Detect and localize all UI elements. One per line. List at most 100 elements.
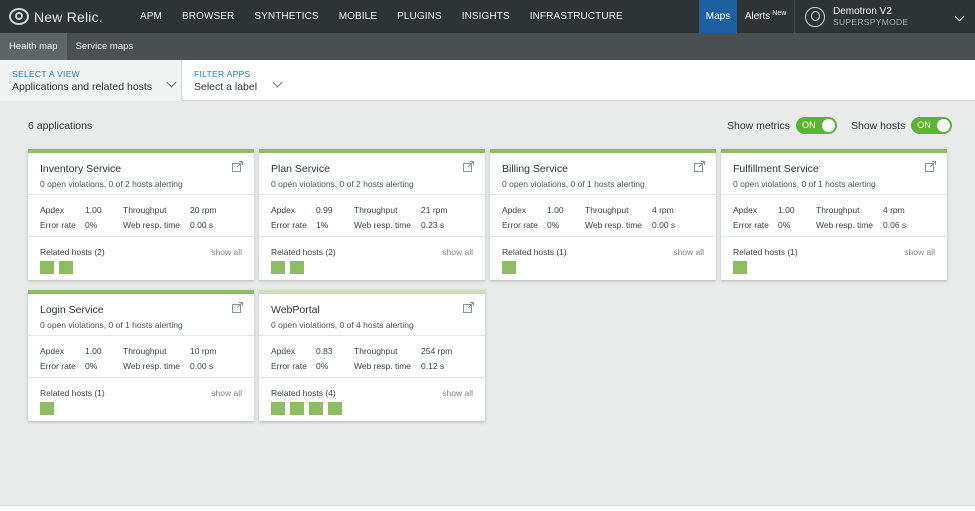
external-link-icon[interactable] (925, 161, 936, 172)
alerts-label: Alerts (744, 11, 771, 22)
show-hosts-toggle-group: Show hosts ON (851, 117, 953, 134)
app-name[interactable]: Plan Service (271, 163, 473, 175)
show-all-link[interactable]: show all (442, 388, 473, 398)
throughput-value: 21 rpm (421, 205, 448, 215)
host-square[interactable] (271, 402, 285, 415)
app-violations: 0 open violations, 0 of 2 hosts alerting (271, 179, 414, 189)
app-card[interactable]: Billing Service 0 open violations, 0 of … (490, 149, 716, 280)
error-rate-value: 0% (778, 220, 791, 230)
app-violations: 0 open violations, 0 of 2 hosts alerting (40, 179, 183, 189)
app-metrics: Apdex 0.99 Error rate 1% Throughput 21 r… (259, 195, 485, 237)
app-metrics: Apdex 1.00 Error rate 0% Throughput 20 r… (28, 195, 254, 237)
host-square[interactable] (502, 261, 516, 274)
related-hosts: Related hosts (2) show all (259, 237, 485, 280)
product-nav: APM BROWSER SYNTHETICS MOBILE PLUGINS IN… (140, 11, 643, 22)
show-all-link[interactable]: show all (211, 388, 242, 398)
app-card[interactable]: Inventory Service 0 open violations, 0 o… (28, 149, 254, 280)
apdex-value: 1.00 (85, 205, 102, 215)
user-role: SUPERSPYMODE (833, 16, 909, 27)
nav-item-insights[interactable]: INSIGHTS (462, 11, 510, 22)
web-resp-value: 0.06 s (883, 220, 907, 230)
app-name[interactable]: Billing Service (502, 163, 704, 175)
related-hosts-label: Related hosts (2) (271, 247, 336, 257)
nav-item-apm[interactable]: APM (140, 11, 162, 22)
tab-service-maps[interactable]: Service maps (67, 33, 143, 60)
show-all-link[interactable]: show all (211, 247, 242, 257)
nav-item-synthetics[interactable]: SYNTHETICS (254, 11, 318, 22)
error-rate-value: 0% (85, 361, 98, 371)
external-link-icon[interactable] (694, 161, 705, 172)
user-menu[interactable]: Demotron V2 SUPERSPYMODE (795, 0, 975, 33)
app-card[interactable]: WebPortal 0 open violations, 0 of 4 host… (259, 290, 485, 421)
error-rate-value: 0% (316, 361, 329, 371)
related-hosts-label: Related hosts (1) (502, 247, 567, 257)
host-square[interactable] (59, 261, 73, 274)
host-square[interactable] (328, 402, 342, 415)
nav-item-plugins[interactable]: PLUGINS (397, 11, 442, 22)
host-square[interactable] (271, 261, 285, 274)
apdex-label: Apdex (271, 346, 296, 356)
web-resp-label: Web resp. time (354, 220, 412, 230)
host-square[interactable] (40, 402, 54, 415)
new-relic-logo-icon (9, 8, 29, 25)
show-hosts-label: Show hosts (851, 119, 906, 132)
error-rate-label: Error rate (271, 220, 307, 230)
filter-apps-dropdown[interactable]: FILTER APPS Select a label (194, 69, 283, 93)
app-name[interactable]: WebPortal (271, 304, 473, 316)
app-name[interactable]: Login Service (40, 304, 242, 316)
show-metrics-toggle[interactable]: ON (796, 117, 838, 134)
brand-logo[interactable]: New Relic. (9, 8, 129, 25)
show-all-link[interactable]: show all (673, 247, 704, 257)
app-violations: 0 open violations, 0 of 1 hosts alerting (502, 179, 645, 189)
throughput-value: 254 rpm (421, 346, 453, 356)
app-card[interactable]: Fulfillment Service 0 open violations, 0… (721, 149, 947, 280)
throughput-label: Throughput (123, 346, 167, 356)
error-rate-label: Error rate (40, 361, 76, 371)
web-resp-label: Web resp. time (816, 220, 874, 230)
host-square[interactable] (290, 261, 304, 274)
maps-button[interactable]: Maps (699, 0, 737, 33)
web-resp-value: 0.12 s (421, 361, 445, 371)
external-link-icon[interactable] (232, 302, 243, 313)
nav-item-infrastructure[interactable]: INFRASTRUCTURE (530, 11, 623, 22)
external-link-icon[interactable] (232, 161, 243, 172)
host-square[interactable] (733, 261, 747, 274)
show-hosts-toggle[interactable]: ON (911, 117, 953, 134)
error-rate-value: 0% (85, 220, 98, 230)
external-link-icon[interactable] (463, 161, 474, 172)
app-name[interactable]: Inventory Service (40, 163, 242, 175)
nav-item-mobile[interactable]: MOBILE (339, 11, 377, 22)
nav-right: Maps Alerts New Demotron V2 SUPERSPYMODE (699, 0, 975, 33)
app-violations: 0 open violations, 0 of 1 hosts alerting (40, 320, 183, 330)
app-card-header: Plan Service 0 open violations, 0 of 2 h… (259, 153, 485, 195)
related-hosts-label: Related hosts (1) (40, 388, 105, 398)
show-all-link[interactable]: show all (904, 247, 935, 257)
app-card[interactable]: Plan Service 0 open violations, 0 of 2 h… (259, 149, 485, 280)
select-view-label: SELECT A VIEW (12, 69, 80, 79)
applications-count: 6 applications (28, 120, 93, 132)
related-hosts: Related hosts (2) show all (28, 237, 254, 280)
host-square[interactable] (309, 402, 323, 415)
web-resp-value: 0.00 s (652, 220, 676, 230)
app-card-header: Inventory Service 0 open violations, 0 o… (28, 153, 254, 195)
app-name[interactable]: Fulfillment Service (733, 163, 935, 175)
show-all-link[interactable]: show all (442, 247, 473, 257)
web-resp-label: Web resp. time (123, 361, 181, 371)
throughput-label: Throughput (816, 205, 860, 215)
apdex-label: Apdex (40, 346, 65, 356)
host-square[interactable] (290, 402, 304, 415)
alerts-button[interactable]: Alerts New (737, 0, 795, 33)
nav-item-browser[interactable]: BROWSER (182, 11, 234, 22)
error-rate-label: Error rate (40, 220, 76, 230)
apdex-value: 1.00 (778, 205, 795, 215)
external-link-icon[interactable] (463, 302, 474, 313)
app-card[interactable]: Login Service 0 open violations, 0 of 1 … (28, 290, 254, 421)
related-hosts: Related hosts (1) show all (490, 237, 716, 280)
tab-health-map[interactable]: Health map (0, 33, 67, 60)
select-view-dropdown[interactable]: SELECT A VIEW Applications and related h… (0, 60, 182, 101)
related-hosts-label: Related hosts (4) (271, 388, 336, 398)
host-square[interactable] (40, 261, 54, 274)
toggle-knob (822, 119, 836, 132)
filter-bar: SELECT A VIEW Applications and related h… (0, 60, 975, 101)
web-resp-label: Web resp. time (123, 220, 181, 230)
